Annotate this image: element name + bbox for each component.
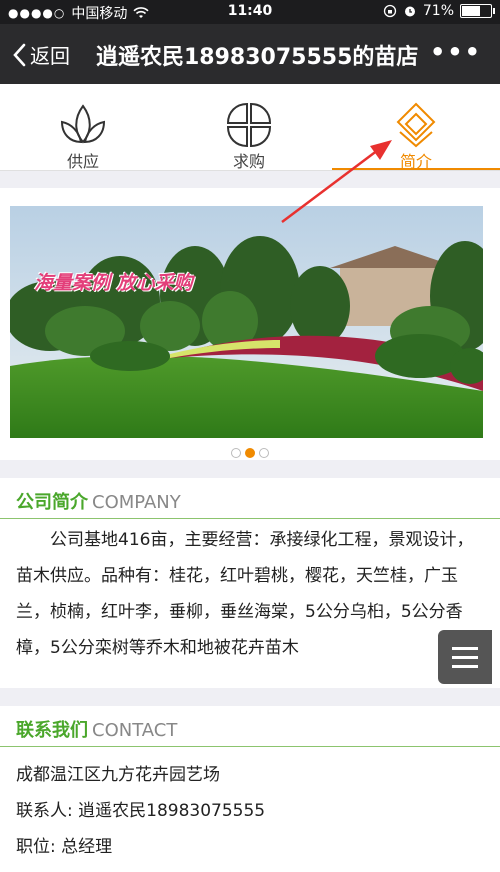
back-label: 返回 [30,44,70,68]
company-heading: 公司简介 COMPANY [16,488,181,514]
banner-carousel[interactable]: 海量案例 放心采购 [10,206,483,438]
tab-intro[interactable]: 简介 [332,84,500,171]
tab-intro-label: 简介 [399,152,432,171]
contact-heading-en: CONTACT [92,720,178,741]
battery-percent: 71% [422,3,454,19]
pager-dot[interactable] [259,448,269,458]
tab-bar: 供应 求购 简介 [0,84,500,171]
alarm-icon [404,6,415,17]
company-intro-text: 公司基地416亩，主要经营：承接绿化工程，景观设计，苗木供应。品种有：桂花，红叶… [16,530,474,658]
tab-purchase-label: 求购 [232,152,265,171]
chevron-left-icon [13,43,26,66]
hamburger-icon-bar [452,664,478,668]
contact-person: 联系人: 逍遥农民18983075555 [16,801,266,821]
tab-supply[interactable]: 供应 [0,84,166,171]
back-button[interactable]: 返回 [12,40,70,69]
banner-caption: 海量案例 放心采购 [34,272,193,294]
rotation-lock-icon [383,4,397,18]
carousel-pager [0,443,500,462]
tab-supply-label: 供应 [66,152,99,171]
more-menu-button[interactable]: ••• [430,38,482,66]
page-title: 逍遥农民18983075555的苗店 [96,45,419,70]
pager-dot[interactable] [231,448,241,458]
contact-address: 成都温江区九方花卉园艺场 [16,765,220,785]
battery-icon [460,4,495,18]
banner-section: 海量案例 放心采购 [0,188,500,460]
contact-heading-cn: 联系我们 [16,720,88,741]
floating-menu-button[interactable] [438,630,492,684]
company-heading-cn: 公司简介 [16,492,88,513]
nav-bar: 返回 逍遥农民18983075555的苗店 ••• [0,24,500,84]
leaf-icon [60,104,106,144]
petal-grid-icon [226,102,272,148]
contact-section: 联系我们 CONTACT 成都温江区九方花卉园艺场 联系人: 逍遥农民189830… [0,706,500,872]
section-divider [0,518,500,519]
contact-position: 职位: 总经理 [16,837,113,857]
status-bar: ●●●●○ 中国移动 11:40 71% [0,0,500,24]
contact-heading: 联系我们 CONTACT [16,716,177,742]
tab-purchase[interactable]: 求购 [166,84,332,171]
garden-landscape-image [10,206,483,438]
pager-dot-active[interactable] [245,448,255,458]
diamond-icon [396,102,436,148]
hamburger-icon-bar [452,655,478,659]
company-section: 公司简介 COMPANY 公司基地416亩，主要经营：承接绿化工程，景观设计，苗木… [0,478,500,688]
hamburger-icon-bar [452,646,478,650]
section-divider [0,746,500,747]
company-heading-en: COMPANY [92,492,181,513]
